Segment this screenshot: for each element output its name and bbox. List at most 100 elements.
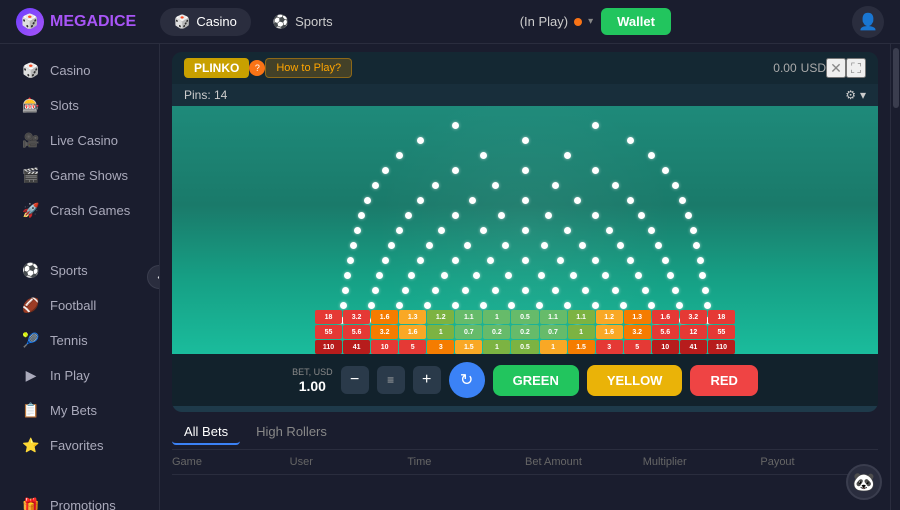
- pin: [617, 242, 624, 249]
- logo-icon: 🎲: [16, 8, 44, 36]
- tab-all-bets[interactable]: All Bets: [172, 420, 240, 445]
- multiplier-cell: 1.1: [568, 310, 595, 324]
- pin: [480, 152, 487, 159]
- multiplier-cell: 1: [483, 310, 510, 324]
- pin: [502, 242, 509, 249]
- multiplier-cell: 41: [680, 340, 707, 354]
- how-to-play-button[interactable]: How to Play?: [265, 58, 352, 78]
- pin: [424, 302, 431, 309]
- multiplier-cell: 1: [427, 325, 454, 339]
- game-frame: PLINKO ? How to Play? 0.00 USD ✕ ⛶ Pins:…: [172, 52, 878, 412]
- pin: [672, 182, 679, 189]
- nav-tab-casino[interactable]: 🎲 Casino: [160, 8, 251, 36]
- chevron-down-icon[interactable]: ▾: [860, 88, 866, 102]
- pin: [536, 302, 543, 309]
- settings-icon[interactable]: ⚙: [845, 88, 856, 102]
- sidebar-item-in-play[interactable]: ▶ In Play: [6, 358, 153, 392]
- multiplier-section: 183.21.61.31.21.110.51.11.11.21.31.63.21…: [315, 310, 735, 354]
- sports-icon: ⚽: [22, 261, 40, 279]
- multiplier-cell: 1: [483, 340, 510, 354]
- pin: [492, 287, 499, 294]
- col-game: Game: [172, 456, 290, 468]
- sidebar: ‹ 🎲 Casino 🎰 Slots 🎥 Live Casino 🎬 Game …: [0, 44, 160, 510]
- pin: [602, 272, 609, 279]
- sidebar-item-crash-games[interactable]: 🚀 Crash Games: [6, 193, 153, 227]
- pins-container: [315, 114, 735, 334]
- sidebar-item-sports[interactable]: ⚽ Sports: [6, 253, 153, 287]
- pin: [570, 272, 577, 279]
- pin: [376, 272, 383, 279]
- tab-high-rollers[interactable]: High Rollers: [244, 420, 339, 445]
- nav-tab-sports[interactable]: ⚽ Sports: [259, 8, 347, 36]
- bet-plus-button[interactable]: +: [413, 366, 441, 394]
- pin: [396, 227, 403, 234]
- sidebar-item-my-bets[interactable]: 📋 My Bets: [6, 393, 153, 427]
- tabs-bar: All Bets High Rollers: [172, 412, 878, 450]
- multiplier-cell: 3.2: [371, 325, 398, 339]
- pin: [350, 242, 357, 249]
- pin: [354, 227, 361, 234]
- pin: [372, 182, 379, 189]
- sidebar-section-other: 🎁 Promotions 💎 Loyalty ₿ Buy Crypto ❓ He…: [0, 479, 159, 510]
- sidebar-item-casino[interactable]: 🎲 Casino: [6, 53, 153, 87]
- support-avatar[interactable]: 🐼: [846, 464, 882, 500]
- sidebar-item-game-shows[interactable]: 🎬 Game Shows: [6, 158, 153, 192]
- sidebar-item-promotions[interactable]: 🎁 Promotions: [6, 488, 153, 510]
- multiplier-cell: 1.6: [371, 310, 398, 324]
- pin: [612, 182, 619, 189]
- pin: [408, 272, 415, 279]
- close-button[interactable]: ✕: [826, 58, 846, 78]
- pin: [662, 257, 669, 264]
- pin: [382, 167, 389, 174]
- pin: [579, 242, 586, 249]
- multiplier-cell: 10: [652, 340, 679, 354]
- right-scrollbar[interactable]: [890, 44, 900, 510]
- sidebar-item-football[interactable]: 🏈 Football: [6, 288, 153, 322]
- multiplier-cell: 5.6: [652, 325, 679, 339]
- bet-input-group: Bet, USD 1.00: [292, 367, 333, 394]
- pin: [592, 167, 599, 174]
- pin: [541, 242, 548, 249]
- table-headers: Game User Time Bet Amount Multiplier Pay…: [172, 450, 878, 475]
- in-play-badge[interactable]: (In Play) ▾: [520, 14, 593, 29]
- pin: [368, 302, 375, 309]
- top-nav: 🎲 MEGADICE 🎲 Casino ⚽ Sports (In Play) ▾…: [0, 0, 900, 44]
- multiplier-cell: 1.3: [399, 310, 426, 324]
- multiplier-row: 183.21.61.31.21.110.51.11.11.21.31.63.21…: [315, 310, 735, 324]
- pin: [606, 227, 613, 234]
- bet-minus-button[interactable]: −: [341, 366, 369, 394]
- pin: [405, 212, 412, 219]
- sidebar-item-slots[interactable]: 🎰 Slots: [6, 88, 153, 122]
- pin: [452, 122, 459, 129]
- multiplier-cell: 0.7: [540, 325, 567, 339]
- multiplier-cell: 1.6: [652, 310, 679, 324]
- green-button[interactable]: GREEN: [493, 365, 579, 396]
- col-time: Time: [407, 456, 525, 468]
- pin: [498, 212, 505, 219]
- red-button[interactable]: RED: [690, 365, 757, 396]
- pin: [564, 227, 571, 234]
- pin: [627, 197, 634, 204]
- stack-button[interactable]: ≡: [377, 366, 405, 394]
- pin: [702, 287, 709, 294]
- sidebar-section-sports: ⚽ Sports 🏈 Football 🎾 Tennis ▶ In Play 📋…: [0, 244, 159, 471]
- user-avatar[interactable]: 👤: [852, 6, 884, 38]
- pin: [522, 167, 529, 174]
- pin: [592, 212, 599, 219]
- sidebar-item-live-casino[interactable]: 🎥 Live Casino: [6, 123, 153, 157]
- col-bet-amount: Bet Amount: [525, 456, 643, 468]
- wallet-button[interactable]: Wallet: [601, 8, 671, 35]
- expand-button[interactable]: ⛶: [846, 58, 866, 78]
- random-button[interactable]: ↻: [449, 362, 485, 398]
- pin: [342, 287, 349, 294]
- sidebar-item-tennis[interactable]: 🎾 Tennis: [6, 323, 153, 357]
- game-subheader: Pins: 14 ⚙ ▾: [172, 84, 878, 106]
- game-shows-icon: 🎬: [22, 166, 40, 184]
- multiplier-cell: 0.2: [483, 325, 510, 339]
- yellow-button[interactable]: YELLOW: [587, 365, 683, 396]
- multiplier-cell: 3: [596, 340, 623, 354]
- multiplier-cell: 1.2: [596, 310, 623, 324]
- sidebar-item-favorites[interactable]: ⭐ Favorites: [6, 428, 153, 462]
- multiplier-cell: 1.5: [455, 340, 482, 354]
- pin: [557, 257, 564, 264]
